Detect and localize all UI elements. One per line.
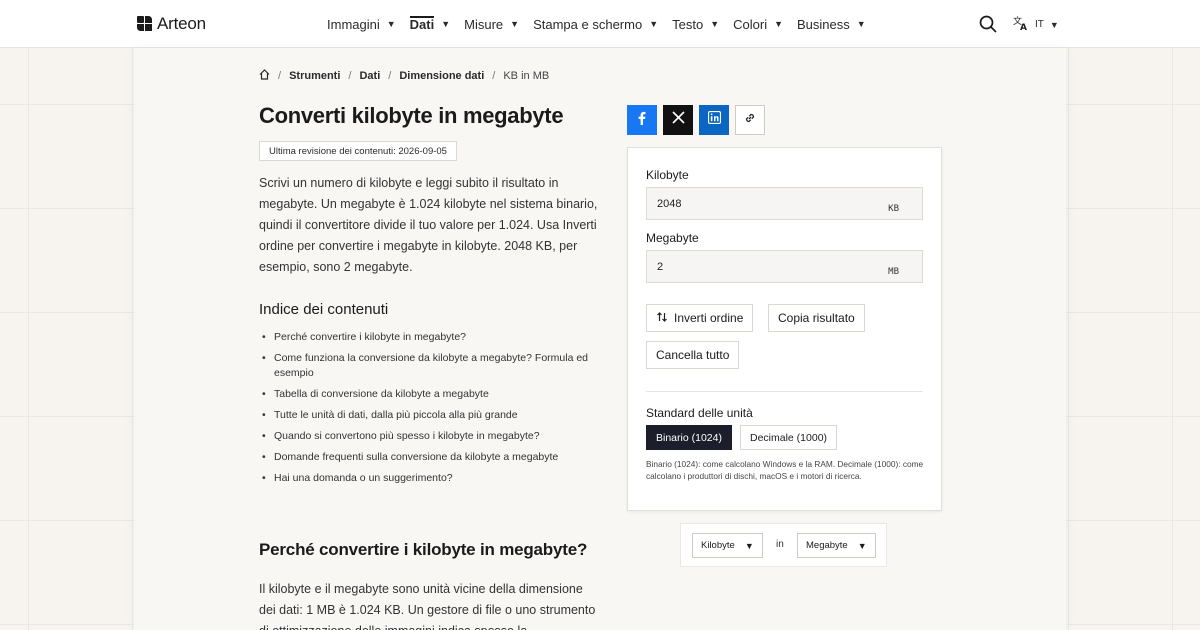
language-selector[interactable]: 文A IT ▼ — [1013, 15, 1059, 34]
breadcrumb-current: KB in MB — [503, 70, 550, 82]
chevron-down-icon: ▼ — [1049, 19, 1059, 30]
copy-link-button[interactable] — [735, 105, 765, 135]
unit-standard-note: Binario (1024): come calcolano Windows e… — [646, 459, 924, 481]
nav-item-immagini[interactable]: Immagini ▼ — [327, 0, 396, 48]
to-unit-value: Megabyte — [806, 540, 848, 551]
megabyte-value: 2 — [657, 260, 664, 273]
nav-item-stampa-e-schermo[interactable]: Stampa e schermo ▼ — [533, 0, 658, 48]
breadcrumb: / Strumenti / Dati / Dimensione dati / K… — [259, 69, 549, 83]
toc-title: Indice dei contenuti — [259, 301, 389, 318]
facebook-icon — [635, 111, 649, 130]
breadcrumb-separator: / — [492, 70, 496, 82]
chevron-down-icon: ▼ — [510, 19, 520, 29]
breadcrumb-item-dimensione-dati[interactable]: Dimensione dati — [399, 70, 484, 82]
megabyte-input[interactable]: 2 MB — [646, 250, 923, 283]
nav-item-dati[interactable]: Dati ▼ — [409, 0, 451, 48]
breadcrumb-separator: / — [348, 70, 352, 82]
main-nav: Immagini ▼ Dati ▼ Misure ▼ Stampa e sche… — [327, 0, 880, 48]
binary-standard-toggle[interactable]: Binario (1024) — [646, 425, 732, 450]
link-icon — [743, 111, 757, 130]
converter-panel: Kilobyte 2048 KB Megabyte 2 MB Inverti o… — [627, 147, 942, 511]
svg-text:A: A — [1020, 23, 1027, 31]
search-icon[interactable] — [979, 15, 997, 33]
breadcrumb-separator: / — [278, 70, 282, 82]
nav-label: Stampa e schermo — [533, 16, 643, 32]
logo-text: Arteon — [157, 14, 206, 33]
toc-link[interactable]: Domande frequenti sulla conversione da k… — [259, 450, 599, 465]
nav-label: Misure — [464, 16, 504, 32]
share-linkedin-button[interactable] — [699, 105, 729, 135]
unit-standard-title: Standard delle unità — [646, 406, 753, 420]
breadcrumb-item-strumenti[interactable]: Strumenti — [289, 70, 340, 82]
section-text: Il kilobyte e il megabyte sono unità vic… — [259, 582, 596, 630]
translate-icon: 文A — [1013, 15, 1029, 34]
nav-label: Business — [797, 16, 850, 32]
nav-label: Colori — [733, 16, 768, 32]
share-x-button[interactable] — [663, 105, 693, 135]
share-facebook-button[interactable] — [627, 105, 657, 135]
chevron-down-icon: ▼ — [744, 540, 754, 551]
from-unit-value: Kilobyte — [701, 540, 735, 551]
chevron-down-icon: ▼ — [649, 19, 659, 29]
kilobyte-value: 2048 — [657, 197, 682, 210]
intro-text: Scrivi un numero di kilobyte e leggi sub… — [259, 176, 598, 274]
kilobyte-unit: KB — [888, 204, 899, 214]
chevron-down-icon: ▼ — [774, 19, 784, 29]
copy-result-button[interactable]: Copia risultato — [768, 304, 865, 332]
chevron-down-icon: ▼ — [710, 19, 720, 29]
from-unit-select[interactable]: Kilobyte ▼ — [692, 533, 763, 558]
unit-joiner: in — [776, 539, 784, 550]
breadcrumb-item-dati[interactable]: Dati — [359, 70, 380, 82]
logo-mark-icon — [137, 16, 153, 32]
breadcrumb-separator: / — [388, 70, 392, 82]
from-label: Kilobyte — [646, 168, 689, 182]
unit-selector-bar: Kilobyte ▼ in Megabyte ▼ — [680, 523, 887, 567]
divider — [646, 391, 923, 392]
chevron-down-icon: ▼ — [441, 19, 451, 29]
to-unit-select[interactable]: Megabyte ▼ — [797, 533, 876, 558]
toc-link[interactable]: Quando si convertono più spesso i kiloby… — [259, 429, 599, 444]
chevron-down-icon: ▼ — [386, 19, 396, 29]
toc-link[interactable]: Perché convertire i kilobyte in megabyte… — [259, 330, 599, 345]
nav-label: Immagini — [327, 16, 380, 32]
kilobyte-input[interactable]: 2048 KB — [646, 187, 923, 220]
table-of-contents: Perché convertire i kilobyte in megabyte… — [259, 330, 599, 492]
nav-item-misure[interactable]: Misure ▼ — [464, 0, 519, 48]
linkedin-icon — [707, 110, 721, 129]
page-title: Converti kilobyte in megabyte — [259, 103, 564, 128]
chevron-down-icon: ▼ — [857, 540, 867, 551]
swap-order-label: Inverti ordine — [674, 311, 744, 325]
language-code: IT — [1035, 19, 1044, 30]
nav-item-testo[interactable]: Testo ▼ — [672, 0, 719, 48]
section-title: Perché convertire i kilobyte in megabyte… — [259, 540, 588, 559]
swap-icon — [656, 311, 668, 326]
nav-label: Testo — [672, 16, 704, 32]
swap-order-button[interactable]: Inverti ordine — [646, 304, 754, 332]
home-icon[interactable] — [259, 69, 270, 83]
nav-item-colori[interactable]: Colori ▼ — [733, 0, 783, 48]
top-navigation-bar: Arteon Immagini ▼ Dati ▼ Misure ▼ Stampa… — [0, 0, 1200, 48]
toc-link[interactable]: Tabella di conversione da kilobyte a meg… — [259, 387, 599, 402]
decimal-standard-toggle[interactable]: Decimale (1000) — [740, 425, 838, 450]
revision-badge: Ultima revisione dei contenuti: 2026-09-… — [259, 141, 457, 161]
toc-link[interactable]: Hai una domanda o un suggerimento? — [259, 471, 599, 486]
toc-link[interactable]: Come funziona la conversione da kilobyte… — [259, 351, 599, 381]
chevron-down-icon: ▼ — [856, 19, 866, 29]
toc-link[interactable]: Tutte le unità di dati, dalla più piccol… — [259, 408, 599, 423]
clear-all-button[interactable]: Cancella tutto — [646, 341, 740, 369]
to-label: Megabyte — [646, 231, 699, 245]
logo[interactable]: Arteon — [137, 14, 206, 34]
megabyte-unit: MB — [888, 267, 899, 277]
nav-label: Dati — [409, 15, 435, 32]
nav-item-business[interactable]: Business ▼ — [797, 0, 866, 48]
x-icon — [671, 111, 685, 129]
